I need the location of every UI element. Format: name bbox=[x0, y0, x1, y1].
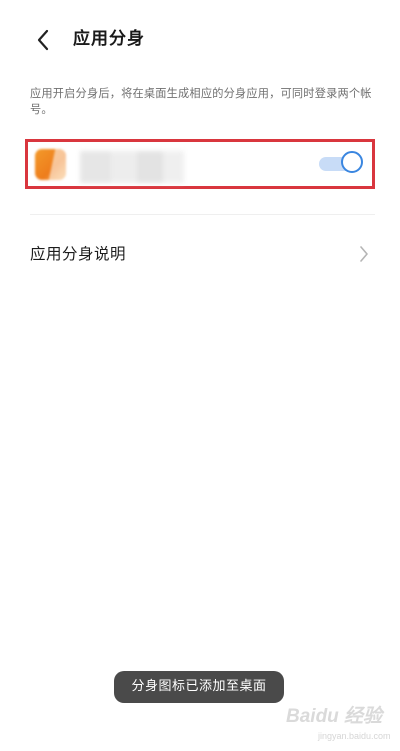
page-title: 应用分身 bbox=[73, 29, 145, 49]
watermark-brand: Baidu 经验 bbox=[286, 706, 383, 727]
app-clone-info-row[interactable]: 应用分身说明 bbox=[0, 232, 400, 278]
watermark-url: jingyan.baidu.com bbox=[318, 731, 391, 741]
toggle-knob bbox=[341, 151, 363, 173]
chevron-left-icon bbox=[37, 29, 49, 51]
chevron-right-icon bbox=[360, 246, 368, 262]
back-button[interactable] bbox=[26, 24, 60, 56]
info-row-label: 应用分身说明 bbox=[30, 245, 127, 263]
clone-toggle[interactable] bbox=[319, 151, 363, 177]
description-text: 应用开启分身后，将在桌面生成相应的分身应用，可同时登录两个帐号。 bbox=[30, 87, 372, 116]
divider bbox=[30, 214, 375, 215]
app-name-redacted bbox=[80, 151, 184, 183]
watermark: Baidu 经验 jingyan.baidu.com bbox=[286, 706, 396, 746]
toast-message: 分身图标已添加至桌面 bbox=[114, 671, 284, 703]
app-icon bbox=[35, 149, 66, 180]
app-clone-row[interactable] bbox=[25, 139, 375, 189]
header: 应用分身 bbox=[0, 0, 400, 80]
